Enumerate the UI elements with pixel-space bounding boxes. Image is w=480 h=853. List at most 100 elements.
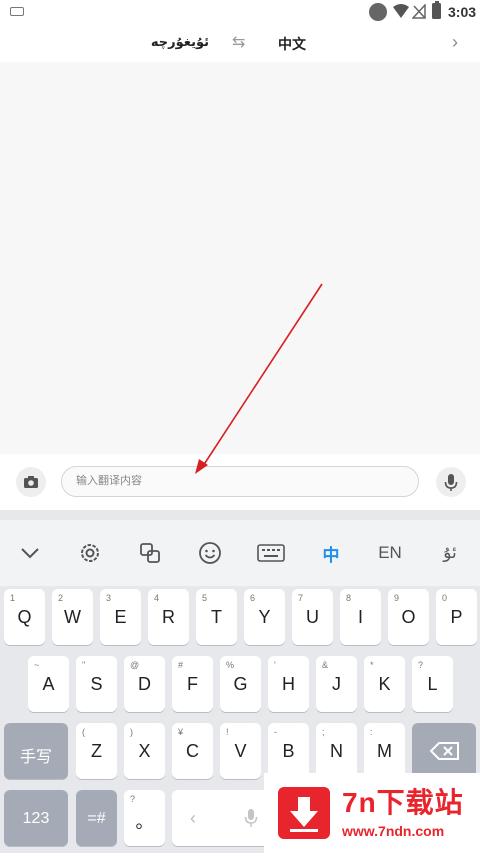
backspace-key[interactable] — [412, 723, 476, 779]
key-s[interactable]: " S — [76, 656, 117, 712]
key-label: E — [114, 607, 127, 627]
key-label: Z — [91, 741, 102, 761]
translation-input[interactable]: 输入翻译内容 — [61, 466, 419, 497]
camera-button[interactable] — [16, 467, 46, 497]
key-hint: # — [178, 660, 184, 670]
period-key[interactable]: ?。 — [124, 790, 165, 846]
swap-languages-icon[interactable]: ⇆ — [232, 32, 245, 52]
watermark-title: 7n下载站 — [342, 787, 464, 818]
key-label: O — [401, 607, 416, 627]
key-j[interactable]: & J — [316, 656, 357, 712]
chinese-mode-button[interactable]: 中 — [311, 520, 351, 586]
key-o[interactable]: 9O — [388, 589, 429, 645]
target-language-selector[interactable]: 中文 — [270, 34, 314, 54]
key-hint: - — [274, 727, 277, 737]
key-r[interactable]: 4R — [148, 589, 189, 645]
gear-icon — [81, 544, 99, 562]
key-label: I — [357, 607, 363, 627]
key-label: S — [90, 674, 103, 694]
key-g[interactable]: % G — [220, 656, 261, 712]
uyghur-mode-label: ئۇ — [443, 543, 457, 562]
watermark: 7n下载站 www.7ndn.com — [264, 773, 480, 853]
keyboard-toolbar: 中 EN ئۇ — [0, 520, 480, 586]
key-hint: 1 — [10, 593, 16, 603]
wifi-icon — [393, 4, 409, 18]
key-hint: 7 — [298, 593, 304, 603]
key-label: U — [306, 607, 319, 627]
key-label: A — [42, 674, 55, 694]
key-hint: ) — [130, 727, 133, 737]
collapse-keyboard-button[interactable] — [10, 520, 50, 586]
voice-input-button[interactable] — [436, 467, 466, 497]
key-e[interactable]: 3E — [100, 589, 141, 645]
source-language-selector[interactable]: ئۇيغۇرچە — [150, 34, 210, 50]
keyboard-layout-button[interactable] — [251, 520, 291, 586]
key-label: X — [138, 741, 151, 761]
key-l[interactable]: ? L — [412, 656, 453, 712]
symbols-key-label: =# — [87, 810, 106, 827]
chevron-right-icon[interactable]: › — [452, 32, 458, 53]
key-z[interactable]: (Z — [76, 723, 117, 779]
notification-dot-icon — [369, 3, 387, 21]
english-mode-button[interactable]: EN — [370, 520, 410, 586]
key-hint: ? — [130, 794, 136, 804]
language-bar: ئۇيغۇرچە ⇆ 中文 › — [0, 24, 480, 62]
key-f[interactable]: # F — [172, 656, 213, 712]
key-label: V — [234, 741, 247, 761]
key-t[interactable]: 5T — [196, 589, 237, 645]
english-mode-label: EN — [378, 543, 402, 562]
key-k[interactable]: * K — [364, 656, 405, 712]
settings-button[interactable] — [70, 520, 110, 586]
key-label: J — [332, 674, 341, 694]
key-label: B — [282, 741, 295, 761]
microphone-icon — [444, 474, 458, 491]
numbers-key-label: 123 — [22, 810, 50, 827]
keyboard-notification-icon — [10, 7, 24, 16]
key-w[interactable]: 2W — [52, 589, 93, 645]
handwriting-key[interactable]: 手写 — [4, 723, 68, 779]
emoji-button[interactable] — [190, 520, 230, 586]
battery-icon — [432, 1, 441, 19]
key-label: N — [330, 741, 343, 761]
translate-tool-button[interactable] — [130, 520, 170, 586]
input-row: 输入翻译内容 — [0, 454, 480, 510]
microphone-icon — [244, 809, 258, 827]
key-label: R — [162, 607, 175, 627]
chinese-mode-label: 中 — [322, 545, 340, 565]
download-logo-icon — [278, 787, 330, 839]
key-h[interactable]: ' H — [268, 656, 309, 712]
translation-result-area — [0, 62, 480, 454]
symbols-key[interactable]: =# — [76, 790, 117, 846]
key-x[interactable]: ) X — [124, 723, 165, 779]
key-hint: % — [226, 660, 235, 670]
key-v[interactable]: ! V — [220, 723, 261, 779]
key-label: C — [186, 741, 199, 761]
key-label: T — [211, 607, 222, 627]
numbers-key[interactable]: 123 — [4, 790, 68, 846]
key-hint: 3 — [106, 593, 112, 603]
key-hint: ( — [82, 727, 85, 737]
space-key[interactable]: ‹ — [172, 790, 272, 846]
key-c[interactable]: ¥ C — [172, 723, 213, 779]
key-u[interactable]: 7U — [292, 589, 333, 645]
chevron-down-icon — [21, 548, 39, 559]
key-a[interactable]: ~ A — [28, 656, 69, 712]
key-m[interactable]: :M — [364, 723, 405, 779]
status-bar: 3:03 — [0, 0, 480, 24]
key-n[interactable]: ; N — [316, 723, 357, 779]
uyghur-mode-button[interactable]: ئۇ — [430, 520, 470, 586]
key-hint: ? — [418, 660, 424, 670]
key-i[interactable]: 8I — [340, 589, 381, 645]
emoji-icon — [199, 542, 221, 564]
key-label: G — [233, 674, 248, 694]
key-hint: 8 — [346, 593, 352, 603]
key-b[interactable]: -B — [268, 723, 309, 779]
key-hint: 2 — [58, 593, 64, 603]
key-p[interactable]: 0P — [436, 589, 477, 645]
key-label: Q — [17, 607, 32, 627]
key-hint: " — [82, 660, 86, 670]
key-y[interactable]: 6Y — [244, 589, 285, 645]
key-q[interactable]: 1Q — [4, 589, 45, 645]
key-label: K — [378, 674, 391, 694]
key-d[interactable]: @ D — [124, 656, 165, 712]
